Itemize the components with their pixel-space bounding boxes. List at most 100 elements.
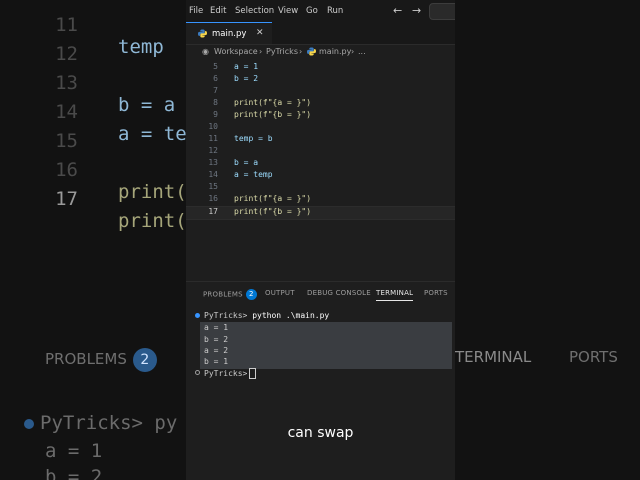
terminal-output-line: b = 1: [204, 357, 229, 366]
code-text: print(f"{b = }"): [234, 110, 312, 119]
bg-tab-problems: PROBLEMS 2: [45, 348, 157, 372]
tab-debug-console[interactable]: DEBUG CONSOLE: [307, 289, 371, 297]
code-line: 11 temp = b: [186, 134, 455, 146]
breadcrumb: ◉ Workspace › PyTricks › main.py › ...: [186, 44, 455, 60]
terminal-prompt: PyTricks>: [204, 311, 248, 320]
line-number: 7: [213, 86, 218, 95]
menu-bar: File Edit Selection View Go Run ← →: [186, 0, 455, 22]
terminal-prompt-line: PyTricks>: [204, 368, 257, 379]
bg-tab-terminal: TERMINAL: [455, 348, 532, 366]
bg-code-text: b = a: [118, 94, 176, 116]
bg-code-text: print(: [118, 210, 187, 232]
command-center-search[interactable]: [429, 3, 455, 20]
breadcrumb-separator: ›: [259, 47, 263, 56]
code-text: b = 2: [234, 74, 259, 83]
code-text: a = temp: [234, 170, 273, 179]
tab-ports[interactable]: PORTS: [424, 289, 448, 297]
terminal-output-line: a = 1: [204, 323, 229, 332]
tab-terminal[interactable]: TERMINAL: [376, 289, 414, 301]
panel-tab-bar: PROBLEMS 2 OUTPUT DEBUG CONSOLE TERMINAL …: [186, 281, 455, 304]
menu-file[interactable]: File: [189, 6, 203, 16]
tab-problems-label: PROBLEMS: [203, 290, 243, 299]
code-line: 9 print(f"{b = }"): [186, 110, 455, 122]
line-number: 12: [208, 146, 218, 155]
line-number: 11: [208, 134, 218, 143]
tab-main-py[interactable]: main.py ✕: [186, 22, 272, 44]
bg-terminal-output: a = 1: [45, 440, 103, 462]
arrow-right-icon[interactable]: →: [412, 4, 421, 17]
terminal-command: python .\main.py: [252, 311, 330, 320]
code-line-current: 17 print(f"{b = }"): [186, 206, 455, 220]
bg-terminal-dot-icon: [24, 418, 34, 429]
terminal-output-highlight: [200, 322, 452, 369]
terminal-prompt-line: PyTricks> python .\main.py: [204, 311, 329, 320]
code-text: b = a: [234, 158, 259, 167]
tab-problems[interactable]: PROBLEMS 2: [203, 289, 257, 300]
bg-code-line: 16 print(: [0, 137, 187, 203]
code-line: 14 a = temp: [186, 170, 455, 182]
bg-line-number: 17: [55, 188, 78, 210]
terminal-cursor: [249, 368, 257, 379]
bg-code-line: 14 a = temp: [0, 79, 209, 145]
terminal-output-line: b = 2: [204, 335, 229, 344]
bg-terminal-output: b = 2: [45, 466, 103, 480]
terminal-prompt: PyTricks>: [204, 369, 248, 378]
bg-tab-ports: PORTS: [569, 348, 618, 366]
breadcrumb-pytricks[interactable]: PyTricks: [266, 47, 298, 56]
line-number: 6: [213, 74, 218, 83]
breadcrumb-workspace[interactable]: Workspace: [214, 47, 258, 56]
arrow-left-icon[interactable]: ←: [393, 4, 402, 17]
code-text: print(f"{a = }"): [234, 98, 312, 107]
bg-code-line: 15: [0, 108, 78, 152]
bg-code-line: 11 temp: [0, 0, 164, 58]
command-empty-dot-icon: [195, 370, 200, 375]
code-text: a = 1: [234, 62, 259, 71]
bg-code-line: 12: [0, 21, 78, 65]
line-number: 14: [208, 170, 218, 179]
editor-tab-bar: main.py ✕: [186, 22, 455, 45]
line-number: 8: [213, 98, 218, 107]
terminal-output-line: a = 2: [204, 346, 229, 355]
code-line: 16 print(f"{a = }"): [186, 194, 455, 206]
code-line: 5 a = 1: [186, 62, 455, 74]
line-number: 16: [208, 194, 218, 203]
code-text: temp = b: [234, 134, 273, 143]
breadcrumb-symbols[interactable]: ...: [358, 47, 366, 56]
vscode-window: File Edit Selection View Go Run ← → main…: [186, 0, 455, 480]
line-number: 15: [208, 182, 218, 191]
bg-code-line: 17 print(: [0, 166, 187, 232]
code-text: print(f"{a = }"): [234, 194, 312, 203]
bg-problems-badge: 2: [132, 348, 157, 372]
bg-code-text: temp: [118, 36, 164, 58]
breadcrumb-main-py[interactable]: main.py: [319, 47, 351, 56]
terminal[interactable]: PyTricks> python .\main.py a = 1 b = 2 a…: [186, 308, 455, 480]
video-caption: can swap: [287, 425, 354, 441]
close-icon[interactable]: ✕: [256, 28, 264, 38]
menu-edit[interactable]: Edit: [210, 6, 226, 16]
menu-run[interactable]: Run: [327, 6, 343, 16]
code-line: 10: [186, 122, 455, 134]
code-text: print(f"{b = }"): [234, 207, 312, 216]
command-status-dot-icon: [195, 313, 200, 318]
python-file-icon: [307, 47, 316, 56]
tab-output[interactable]: OUTPUT: [265, 289, 295, 297]
line-number: 10: [208, 122, 218, 131]
bg-code-line: 13 b = a: [0, 50, 175, 116]
menu-view[interactable]: View: [278, 6, 298, 16]
code-line: 15: [186, 182, 455, 194]
line-number: 13: [208, 158, 218, 167]
bg-code-text: print(: [118, 181, 187, 203]
code-line: 6 b = 2: [186, 74, 455, 86]
code-line: 12: [186, 146, 455, 158]
python-file-icon: [198, 29, 207, 38]
breadcrumb-separator: ›: [351, 47, 355, 56]
bg-terminal-prompt: PyTricks> py: [24, 412, 177, 434]
line-number: 9: [213, 110, 218, 119]
code-editor[interactable]: 5 a = 1 6 b = 2 7 8 print(f"{a = }") 9 p…: [186, 60, 455, 280]
bg-terminal-prompt-text: PyTricks> py: [40, 412, 178, 434]
breadcrumb-separator: ›: [299, 47, 303, 56]
menu-selection[interactable]: Selection: [235, 6, 274, 16]
code-line: 13 b = a: [186, 158, 455, 170]
menu-go[interactable]: Go: [306, 6, 318, 16]
folder-outline-icon: ◉: [202, 47, 209, 56]
